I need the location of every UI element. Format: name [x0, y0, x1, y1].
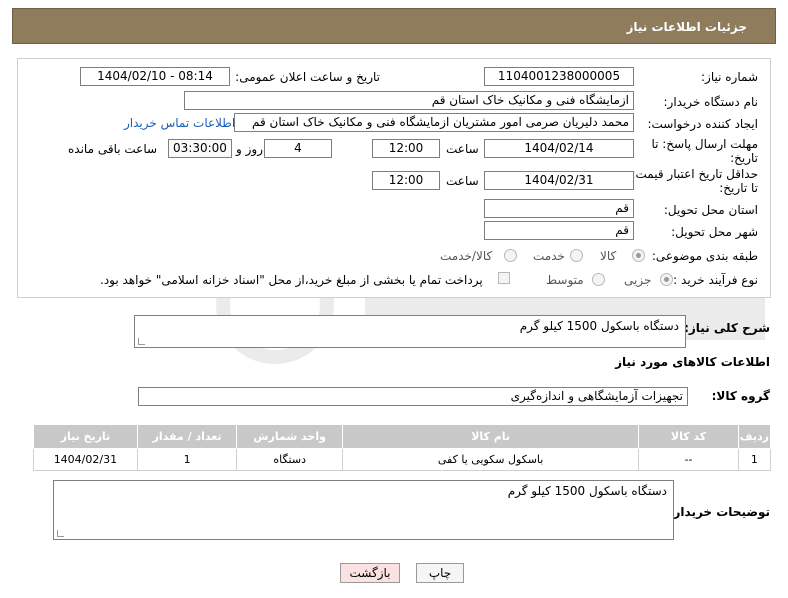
- resize-handle-icon[interactable]: [57, 530, 64, 537]
- category-radio-goods-service[interactable]: [504, 249, 517, 262]
- announce-datetime-field: 1404/02/10 - 08:14: [80, 67, 230, 86]
- print-button[interactable]: چاپ: [416, 563, 464, 583]
- category-radio-service[interactable]: [570, 249, 583, 262]
- need-number-label: شماره نیاز:: [701, 70, 758, 84]
- deadline-hour-label: ساعت: [446, 142, 479, 156]
- buyer-notes-label: توضیحات خریدار:: [668, 505, 770, 519]
- cell-goods-name: باسکول سکویی یا کفی: [341, 448, 640, 471]
- deadline-label-2: تاریخ:: [730, 151, 758, 165]
- table-header-row: ردیف کد کالا نام کالا واحد شمارش تعداد /…: [33, 424, 772, 449]
- remaining-label: ساعت باقی مانده: [68, 142, 158, 156]
- min-validity-label: حداقل تاریخ اعتبار قیمت:: [631, 167, 758, 181]
- payment-note: پرداخت تمام یا بخشی از مبلغ خرید،از محل …: [100, 273, 483, 287]
- creator-field: محمد دلیریان صرمی امور مشتریان ازمایشگاه…: [234, 113, 634, 132]
- col-header-goods-name: نام کالا: [341, 424, 640, 449]
- days-field: 4: [264, 139, 332, 158]
- creator-label: ایجاد کننده درخواست:: [647, 117, 758, 131]
- deadline-date-field: 1404/02/14: [484, 139, 634, 158]
- process-radio-minor[interactable]: [660, 273, 673, 286]
- deadline-label: مهلت ارسال پاسخ: تا: [651, 137, 758, 151]
- need-number-field: 1104001238000005: [484, 67, 634, 86]
- category-radio-goods[interactable]: [632, 249, 645, 262]
- validity-hour-field: 12:00: [372, 171, 440, 190]
- min-validity-label-2: تا تاریخ:: [719, 181, 758, 195]
- cell-need-date: 1404/02/31: [33, 448, 138, 471]
- col-header-row-number: ردیف: [737, 424, 772, 449]
- cell-unit: دستگاه: [236, 448, 343, 471]
- cell-row-number: 1: [737, 448, 772, 471]
- process-label: نوع فرآیند خرید :: [673, 273, 758, 287]
- buyer-notes-text: دستگاه باسکول 1500 کیلو گرم: [507, 484, 667, 498]
- description-label: شرح کلی نیاز:: [684, 321, 770, 335]
- treasury-payment-checkbox[interactable]: [498, 272, 510, 284]
- province-label: استان محل تحویل:: [663, 203, 758, 217]
- cell-goods-code: --: [638, 448, 739, 471]
- col-header-unit: واحد شمارش: [236, 424, 343, 449]
- validity-hour-label: ساعت: [446, 174, 479, 188]
- goods-group-label: گروه کالا:: [711, 389, 770, 403]
- page-title: جزئیات اطلاعات نیاز: [626, 20, 747, 34]
- category-option-goods: کالا: [600, 249, 617, 263]
- category-option-goods-service: کالا/خدمت: [440, 249, 493, 263]
- resize-handle-icon[interactable]: [138, 338, 145, 345]
- goods-group-field: تجهیزات آزمایشگاهی و اندازه‌گیری: [138, 387, 688, 406]
- remaining-time-field: 03:30:00: [168, 139, 232, 158]
- announce-label: تاریخ و ساعت اعلان عمومی:: [235, 70, 380, 84]
- buyer-org-field: ازمایشگاه فنی و مکانیک خاک استان قم: [184, 91, 634, 110]
- buyer-org-label: نام دستگاه خریدار:: [663, 95, 759, 109]
- category-option-service: خدمت: [533, 249, 565, 263]
- city-label: شهر محل تحویل:: [671, 225, 758, 239]
- deadline-hour-field: 12:00: [372, 139, 440, 158]
- process-option-minor: جزیی: [624, 273, 652, 287]
- description-text: دستگاه باسکول 1500 کیلو گرم: [519, 319, 679, 333]
- process-option-medium: متوسط: [546, 273, 584, 287]
- validity-date-field: 1404/02/31: [484, 171, 634, 190]
- goods-table: ردیف کد کالا نام کالا واحد شمارش تعداد /…: [33, 424, 772, 471]
- buyer-notes-textarea[interactable]: دستگاه باسکول 1500 کیلو گرم: [53, 480, 674, 540]
- back-button[interactable]: بازگشت: [340, 563, 400, 583]
- category-label: طبقه بندی موضوعی:: [651, 249, 758, 263]
- col-header-need-date: تاریخ نیاز: [33, 424, 138, 449]
- description-textarea[interactable]: دستگاه باسکول 1500 کیلو گرم: [134, 315, 686, 348]
- buyer-contact-link[interactable]: اطلاعات تماس خریدار: [124, 116, 235, 130]
- page-header: جزئیات اطلاعات نیاز: [12, 8, 776, 44]
- process-radio-medium[interactable]: [592, 273, 605, 286]
- cell-quantity: 1: [136, 448, 238, 471]
- province-field: قم: [484, 199, 634, 218]
- goods-section-title: اطلاعات کالاهای مورد نیاز: [615, 355, 770, 369]
- col-header-goods-code: کد کالا: [638, 424, 739, 449]
- col-header-quantity: تعداد / مقدار: [136, 424, 238, 449]
- city-field: قم: [484, 221, 634, 240]
- days-label: روز و: [236, 142, 263, 156]
- table-row: 1 -- باسکول سکویی یا کفی دستگاه 1 1404/0…: [33, 448, 772, 471]
